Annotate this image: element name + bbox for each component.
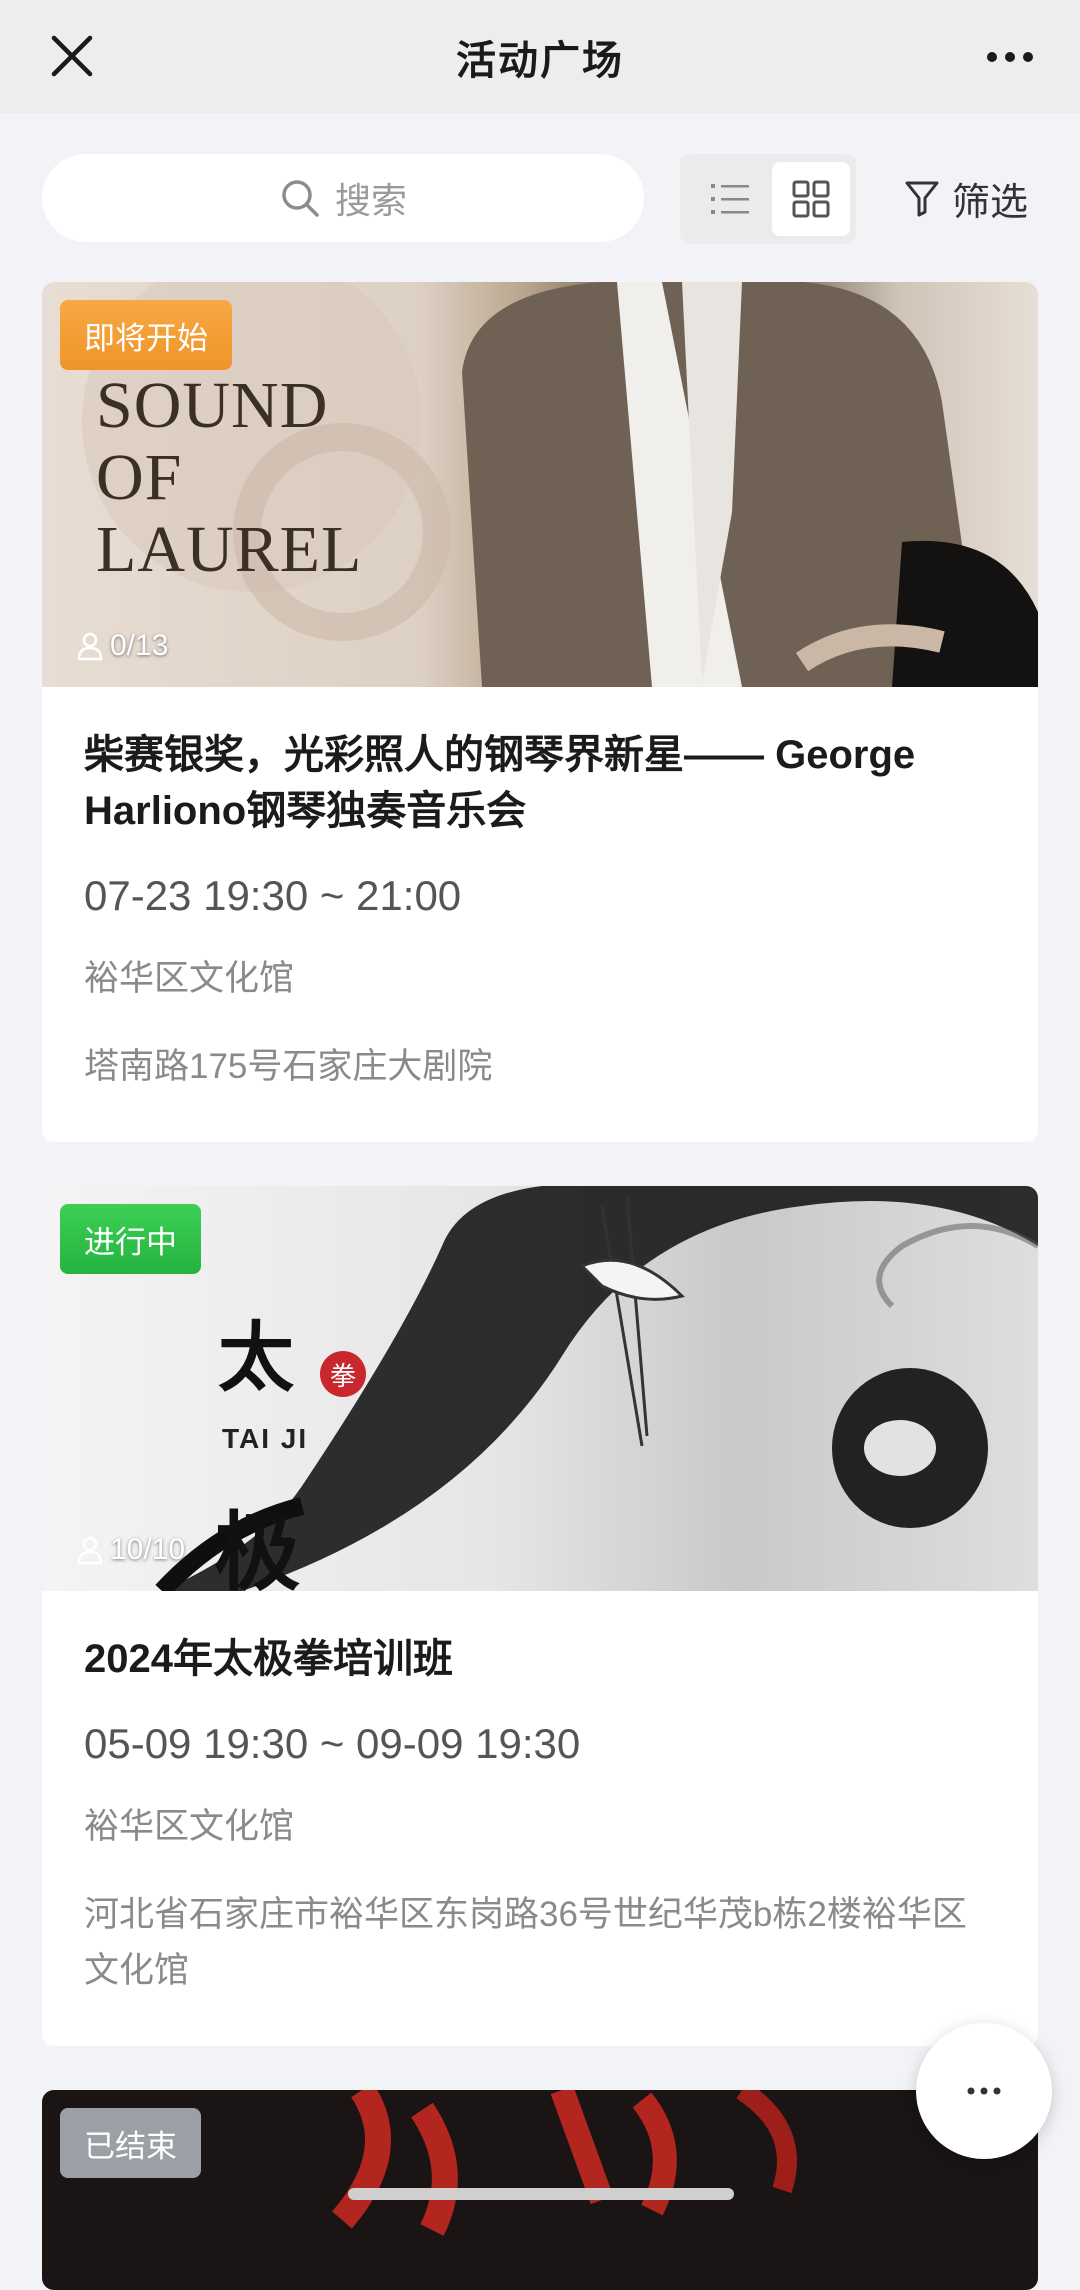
capacity-label: 0/13 [110, 629, 169, 662]
grid-view-button[interactable] [772, 162, 850, 236]
cover-text: SOUND [96, 369, 329, 442]
more-icon [967, 2087, 1001, 2095]
filter-icon [905, 181, 939, 217]
list-view-button[interactable] [692, 162, 768, 236]
event-cover-image: SOUND OF LAUREL 即将开始 0/13 [42, 282, 1038, 687]
status-badge: 已结束 [60, 2108, 201, 2178]
event-title: 2024年太极拳培训班 [84, 1637, 453, 1681]
list-icon [711, 184, 749, 214]
cover-seal: 拳 [320, 1351, 366, 1397]
cover-text: OF [96, 441, 183, 514]
close-icon[interactable] [46, 30, 98, 82]
status-badge: 即将开始 [60, 300, 232, 370]
event-organizer: 裕华区文化馆 [84, 959, 295, 998]
filter-label: 筛选 [952, 181, 1029, 224]
person-icon [77, 632, 103, 661]
toolbar: 搜索 筛选 [0, 150, 1080, 245]
status-badge-label: 已结束 [84, 2128, 177, 2164]
page-title: 活动广场 [456, 38, 624, 83]
capacity-label: 10/10 [110, 1533, 186, 1566]
event-cover-image: 太 拳 TAI JI 极 进行中 10/10 [42, 1186, 1038, 1591]
event-info: 柴赛银奖，光彩照人的钢琴界新星—— George Harliono钢琴独奏音乐会… [42, 687, 1038, 1095]
event-time: 07-23 19:30 ~ 21:00 [84, 872, 462, 919]
status-badge-label: 即将开始 [84, 320, 208, 356]
status-badge: 进行中 [60, 1204, 201, 1274]
event-card[interactable]: 太 拳 TAI JI 极 进行中 10/10 2024年太极拳培训班 05-09… [42, 1186, 1038, 2046]
cover-text: LAUREL [96, 513, 363, 586]
search-placeholder: 搜索 [334, 180, 407, 221]
event-organizer: 裕华区文化馆 [84, 1807, 295, 1846]
grid-icon [792, 180, 830, 218]
event-address: 塔南路175号石家庄大剧院 [84, 1047, 493, 1086]
capacity-count: 10/10 [76, 1533, 185, 1567]
cover-text: TAI JI [222, 1423, 309, 1454]
capacity-count: 0/13 [76, 629, 168, 663]
floating-more-button[interactable] [916, 2023, 1052, 2159]
status-badge-label: 进行中 [84, 1224, 177, 1260]
cover-text: 极 [214, 1502, 300, 1591]
view-toggle [680, 154, 856, 244]
search-icon [282, 180, 319, 217]
event-title: 柴赛银奖，光彩照人的钢琴界新星—— George Harliono钢琴独奏音乐会 [84, 733, 916, 833]
person-icon [77, 1536, 103, 1565]
event-time: 05-09 19:30 ~ 09-09 19:30 [84, 1720, 581, 1767]
more-icon[interactable] [984, 42, 1036, 72]
filter-button[interactable]: 筛选 [904, 168, 1028, 228]
nav-bar: 活动广场 [0, 0, 1080, 113]
event-info: 2024年太极拳培训班 05-09 19:30 ~ 09-09 19:30 裕华… [42, 1591, 1038, 1999]
home-indicator[interactable] [348, 2188, 734, 2200]
cover-text: 太 [218, 1313, 294, 1402]
event-card[interactable]: SOUND OF LAUREL 即将开始 0/13 柴赛银奖，光彩照人的钢琴界新… [42, 282, 1038, 1142]
event-address: 河北省石家庄市裕华区东岗路36号世纪华茂b栋2楼裕华区文化馆 [84, 1895, 967, 1990]
search-input[interactable]: 搜索 [42, 154, 644, 242]
